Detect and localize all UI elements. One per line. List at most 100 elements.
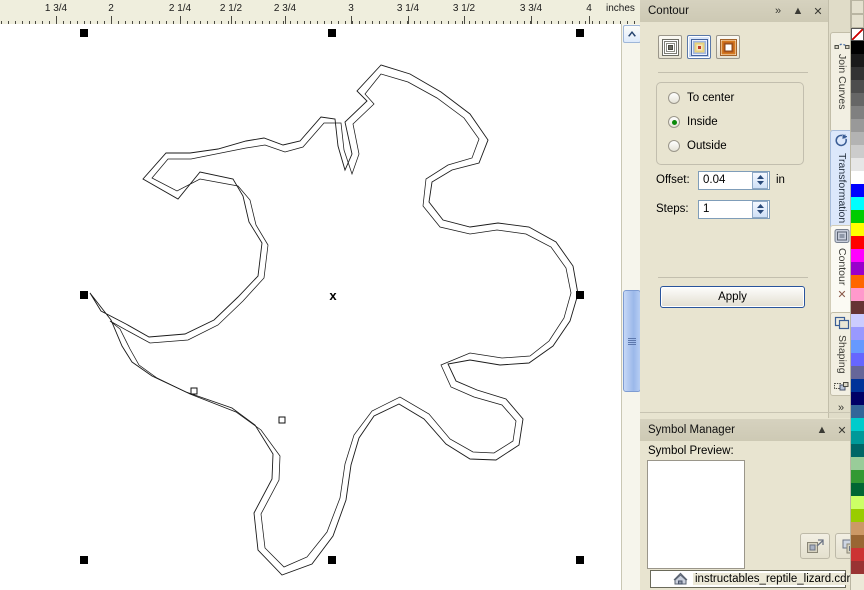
ruler-label: 3 1/4 xyxy=(396,3,420,14)
palette-swatch[interactable] xyxy=(851,249,864,262)
palette-swatch[interactable] xyxy=(851,80,864,93)
palette-swatch[interactable] xyxy=(851,184,864,197)
symbol-manager-body: Symbol Preview: xyxy=(640,441,864,590)
palette-swatch[interactable] xyxy=(851,67,864,80)
ruler-label: 3 xyxy=(348,3,354,14)
palette-swatch[interactable] xyxy=(851,210,864,223)
palette-swatch[interactable] xyxy=(851,431,864,444)
palette-scroll-up-button[interactable] xyxy=(851,0,864,14)
palette-swatch[interactable] xyxy=(851,197,864,210)
palette-expand-button[interactable] xyxy=(851,14,864,28)
rotation-center-marker[interactable]: x xyxy=(327,289,339,302)
palette-swatch[interactable] xyxy=(851,366,864,379)
radio-to-center[interactable]: To center xyxy=(657,86,803,110)
symbol-library-file-row[interactable]: instructables_reptile_lizard.cdr xyxy=(650,570,853,588)
selection-handle-s[interactable] xyxy=(328,556,336,564)
selection-handle-nw[interactable] xyxy=(80,29,88,37)
docker-more-button[interactable]: » xyxy=(830,400,852,416)
steps-stepper[interactable] xyxy=(752,200,768,218)
docker-split-divider xyxy=(640,412,864,413)
palette-swatch[interactable] xyxy=(851,561,864,574)
palette-swatch[interactable] xyxy=(851,470,864,483)
contour-type-to-center-button[interactable] xyxy=(658,35,682,59)
palette-swatch[interactable] xyxy=(851,327,864,340)
symbol-manager-header[interactable]: Symbol Manager ▲ ✕ xyxy=(640,419,852,442)
selection-handle-w[interactable] xyxy=(80,291,88,299)
scrollbar-thumb[interactable] xyxy=(623,290,641,392)
docker-area: Contour » ▲ ✕ To center Inside Outside O… xyxy=(640,0,864,590)
color-palette[interactable] xyxy=(850,0,864,590)
selection-handle-se[interactable] xyxy=(576,556,584,564)
palette-swatch[interactable] xyxy=(851,54,864,67)
palette-swatch[interactable] xyxy=(851,353,864,366)
ruler-tick-major xyxy=(531,16,532,24)
dock-tab-transformation-label: Transformation xyxy=(836,153,848,224)
radio-outside-indicator[interactable] xyxy=(668,140,680,152)
lizard-artwork[interactable] xyxy=(0,24,621,590)
palette-swatch[interactable] xyxy=(851,275,864,288)
stepper-up-icon xyxy=(756,175,764,179)
dock-tab-shaping-label: Shaping xyxy=(836,335,848,374)
drawing-canvas[interactable]: x xyxy=(0,24,621,590)
scroll-up-button[interactable] xyxy=(623,25,641,43)
palette-swatch[interactable] xyxy=(851,392,864,405)
apply-button[interactable]: Apply xyxy=(660,286,805,308)
palette-swatch[interactable] xyxy=(851,509,864,522)
palette-swatch[interactable] xyxy=(851,301,864,314)
palette-swatch[interactable] xyxy=(851,379,864,392)
palette-swatch[interactable] xyxy=(851,145,864,158)
object-manager-icon[interactable] xyxy=(830,380,852,396)
palette-swatch[interactable] xyxy=(851,314,864,327)
palette-swatch[interactable] xyxy=(851,171,864,184)
dock-tab-join-curves-label: Join Curves xyxy=(836,54,848,110)
steps-input[interactable]: 1 xyxy=(698,199,770,219)
radio-inside[interactable]: Inside xyxy=(657,110,803,134)
palette-swatch[interactable] xyxy=(851,522,864,535)
selection-handle-n[interactable] xyxy=(328,29,336,37)
contour-panel-expand-button[interactable]: » xyxy=(768,1,788,21)
symbol-manager-collapse-button[interactable]: ▲ xyxy=(812,420,832,440)
palette-swatch[interactable] xyxy=(851,93,864,106)
palette-swatch[interactable] xyxy=(851,288,864,301)
radio-inside-indicator[interactable] xyxy=(668,116,680,128)
palette-swatch[interactable] xyxy=(851,132,864,145)
palette-swatch[interactable] xyxy=(851,262,864,275)
selection-handle-sw[interactable] xyxy=(80,556,88,564)
vertical-scrollbar[interactable] xyxy=(621,24,641,590)
radio-outside[interactable]: Outside xyxy=(657,134,803,158)
contour-type-outside-button[interactable] xyxy=(716,35,740,59)
symbol-preview-box[interactable] xyxy=(647,460,745,569)
contour-panel-close-button[interactable]: ✕ xyxy=(808,1,828,21)
palette-swatch[interactable] xyxy=(851,496,864,509)
palette-swatch[interactable] xyxy=(851,236,864,249)
insert-symbol-button[interactable] xyxy=(800,533,830,559)
palette-swatch[interactable] xyxy=(851,340,864,353)
palette-swatch[interactable] xyxy=(851,457,864,470)
palette-swatch[interactable] xyxy=(851,444,864,457)
contour-panel-collapse-button[interactable]: ▲ xyxy=(788,1,808,21)
palette-swatch[interactable] xyxy=(851,158,864,171)
radio-to-center-indicator[interactable] xyxy=(668,92,680,104)
offset-input[interactable]: 0.04 xyxy=(698,170,770,190)
palette-swatch[interactable] xyxy=(851,535,864,548)
palette-swatch[interactable] xyxy=(851,106,864,119)
offset-stepper[interactable] xyxy=(752,171,768,189)
coreldraw-window: 1 3/4 2 2 1/4 2 1/2 2 3/4 3 3 1/4 3 1/2 3 3/4 4 in… xyxy=(0,0,864,590)
palette-swatch[interactable] xyxy=(851,418,864,431)
palette-swatch[interactable] xyxy=(851,119,864,132)
horizontal-ruler[interactable]: 1 3/4 2 2 1/4 2 1/2 2 3/4 3 3 1/4 3 1/2 3 3/4 4 in… xyxy=(0,0,640,25)
ruler-label: 3 3/4 xyxy=(519,3,543,14)
ruler-tick-major xyxy=(408,16,409,24)
contour-panel-header[interactable]: Contour » ▲ ✕ xyxy=(640,0,828,23)
dock-tab-contour-close-icon[interactable]: ✕ xyxy=(837,288,846,301)
symbol-manager-close-button[interactable]: ✕ xyxy=(832,420,852,440)
palette-swatch[interactable] xyxy=(851,548,864,561)
palette-swatch[interactable] xyxy=(851,223,864,236)
contour-type-inside-button[interactable] xyxy=(687,35,711,59)
palette-swatch[interactable] xyxy=(851,41,864,54)
palette-swatch[interactable] xyxy=(851,405,864,418)
selection-handle-ne[interactable] xyxy=(576,29,584,37)
palette-swatch[interactable] xyxy=(851,483,864,496)
selection-handle-e[interactable] xyxy=(576,291,584,299)
palette-no-fill-swatch[interactable] xyxy=(851,28,864,41)
